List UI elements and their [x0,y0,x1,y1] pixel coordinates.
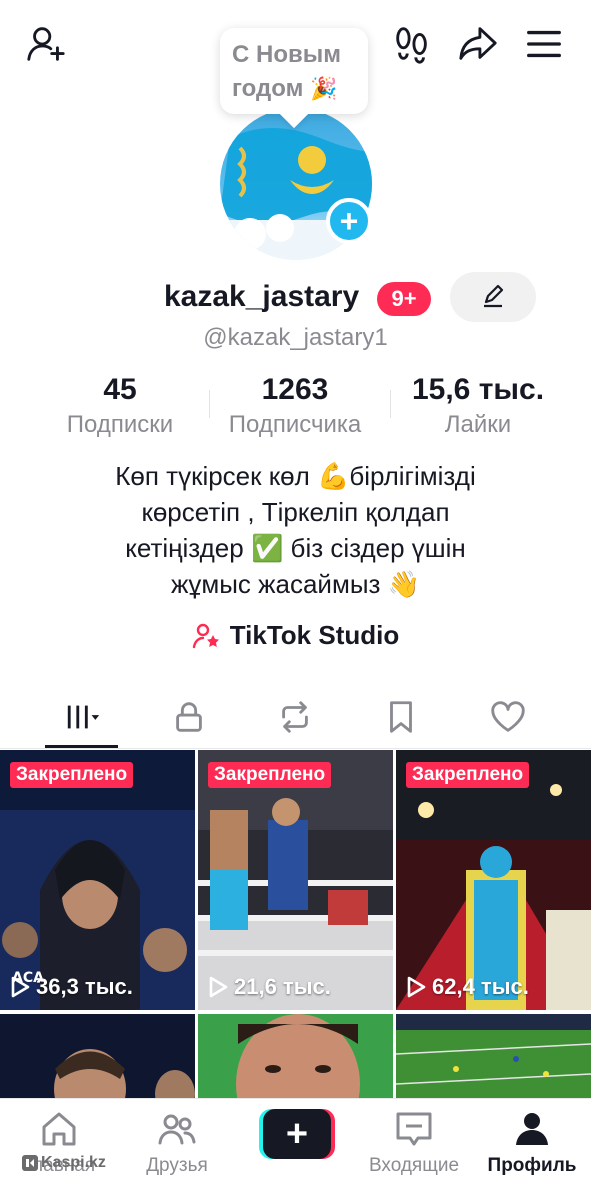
lock-icon [176,702,202,732]
likes-count: 15,6 тыс. [411,373,545,406]
view-count: 62,4 тыс. [406,974,529,1000]
repost-icon [282,701,308,733]
profile-bio: Көп түкірсек көл 💪бірлігімізді көрсетіп … [40,458,551,602]
view-count-value: 21,6 тыс. [234,974,331,999]
plus-icon: + [263,1109,331,1159]
stat-divider [209,390,210,418]
username-row: kazak_jastary 9+ [0,272,591,326]
edit-profile-button[interactable] [450,272,536,322]
play-icon [407,976,426,998]
heart-icon [491,701,525,732]
notification-badge[interactable]: 9+ [377,282,431,316]
bookmark-icon [390,701,412,733]
inbox-icon [396,1112,432,1146]
profile-icon [516,1113,548,1145]
view-count: 36,3 тыс. [10,974,133,1000]
pencil-icon [484,284,504,308]
kaspi-logo-icon [22,1155,38,1171]
studio-label: TikTok Studio [229,620,400,650]
create-button[interactable]: + [259,1109,335,1159]
following-label: Подписки [66,411,174,438]
video-thumbnail[interactable] [198,1014,393,1104]
stat-following[interactable]: 45 Подписки [55,372,185,442]
followers-label: Подписчика [228,411,362,438]
stat-followers[interactable]: 1263 Подписчика [215,372,375,442]
pinned-label: Закреплено [10,762,134,788]
tab-favorites[interactable] [356,686,446,748]
video-thumbnail[interactable] [396,1014,591,1104]
likes-label: Лайки [444,411,512,438]
home-icon [42,1112,76,1146]
nav-friends-label: Друзья [146,1155,208,1176]
videos-grid-icon [67,705,100,729]
menu-icon[interactable] [522,22,566,66]
following-count: 45 [103,373,137,406]
friends-icon [158,1114,196,1145]
stats-row: 45 Подписки 1263 Подписчика 15,6 тыс. Ла… [0,372,591,442]
nav-inbox[interactable]: Входящие [355,1109,473,1177]
footprints-icon[interactable] [390,22,434,66]
watermark: Kaspi.kz [22,1154,106,1172]
video-thumbnail[interactable]: Закреплено 62,4 тыс. [396,750,591,1010]
party-emoji: 🎉 [310,76,338,101]
play-icon [11,976,30,998]
bottom-navigation: Главная Друзья + Входящие Профиль [0,1098,591,1200]
nav-profile-label: Профиль [487,1155,577,1176]
bio-line: кетіңіздер ✅ біз сіздер үшін [125,533,466,563]
nav-profile[interactable]: Профиль [473,1109,591,1177]
stat-likes[interactable]: 15,6 тыс. Лайки [396,372,560,442]
creator-star-icon [192,623,219,648]
play-icon [209,976,228,998]
video-thumbnail[interactable]: Закреплено 21,6 тыс. [198,750,393,1010]
bubble-line1: С Новым [232,41,341,68]
new-year-bubble[interactable]: С Новым годом 🎉 [220,28,368,114]
pinned-label: Закреплено [406,762,530,788]
tab-private[interactable] [144,686,234,748]
bio-line: Көп түкірсек көл 💪бірлігімізді [115,461,476,491]
tab-videos[interactable] [38,686,128,748]
view-count-value: 62,4 тыс. [432,974,529,999]
bio-line: көрсетіп , Тіркеліп қолдап [141,497,450,527]
stat-divider [390,390,391,418]
bubble-line2: годом [232,75,304,102]
username: kazak_jastary [164,280,360,313]
tab-reposts[interactable] [250,686,340,748]
pinned-label: Закреплено [208,762,332,788]
view-count: 21,6 тыс. [208,974,331,1000]
tabs-divider [0,748,591,749]
tab-liked[interactable] [463,686,553,748]
tiktok-studio-link[interactable]: TikTok Studio [0,620,591,651]
bio-line: жұмыс жасаймыз 👋 [170,569,421,599]
user-handle: @kazak_jastary1 [203,324,388,351]
content-tabs [0,686,591,748]
video-thumbnail[interactable]: ACA Закреплено 36,3 тыс. [0,750,195,1010]
add-friend-icon[interactable] [24,22,68,66]
watermark-text: Kaspi.kz [41,1154,106,1171]
add-avatar-button[interactable]: + [326,198,372,244]
video-thumbnail[interactable] [0,1014,195,1104]
share-icon[interactable] [456,22,500,66]
view-count-value: 36,3 тыс. [36,974,133,999]
nav-inbox-label: Входящие [368,1155,460,1176]
nav-friends[interactable]: Друзья [118,1109,236,1177]
followers-count: 1263 [261,373,329,406]
